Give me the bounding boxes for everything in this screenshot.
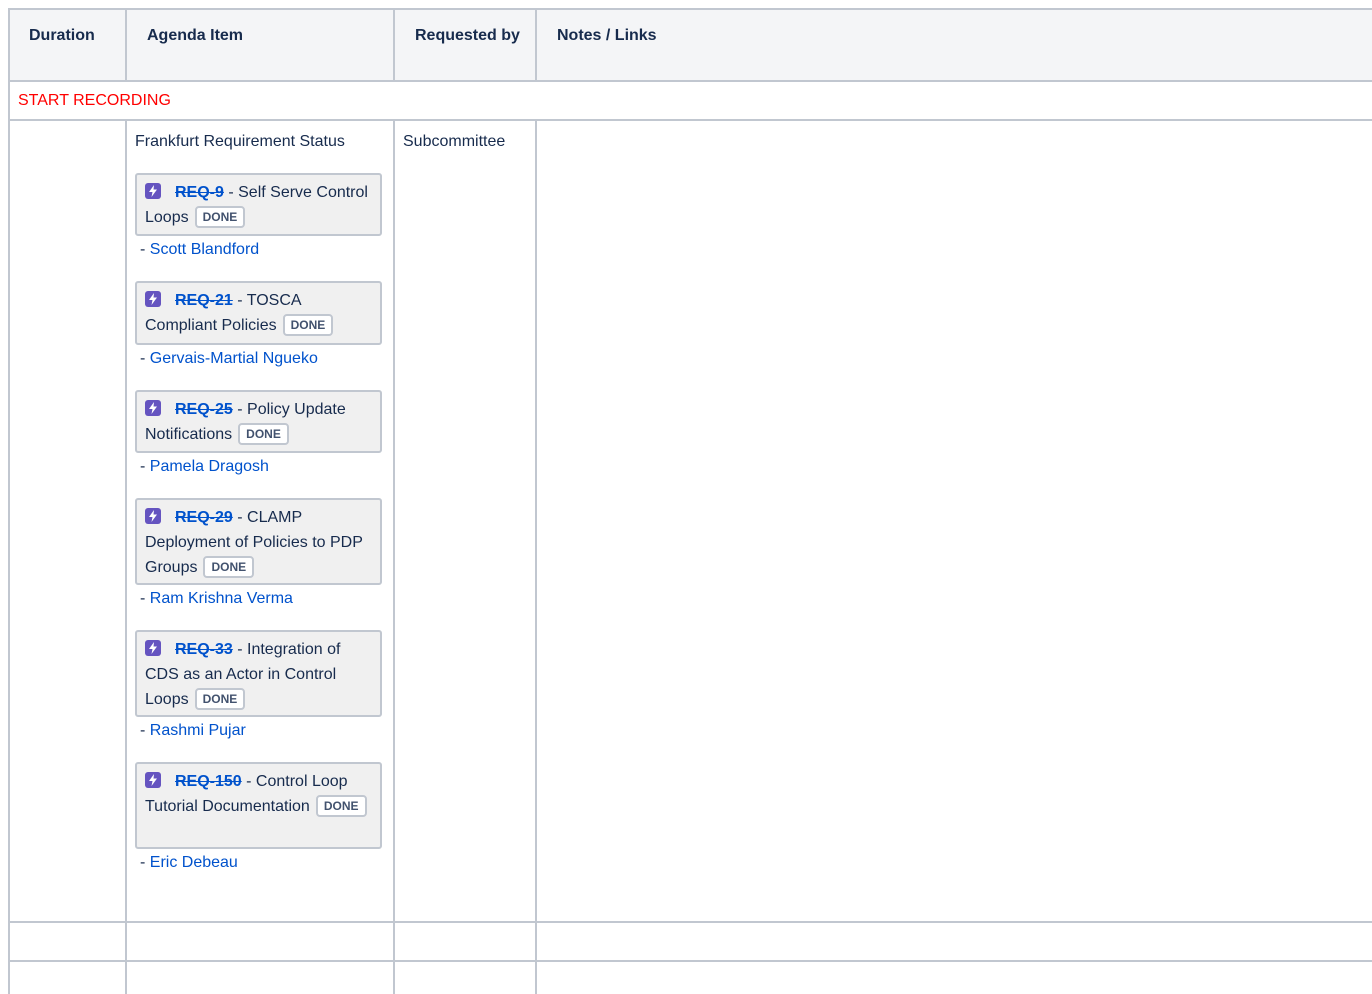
jira-issue-card[interactable]: REQ-33 - Integration of CDS as an Actor …: [135, 630, 382, 717]
issue-key-link[interactable]: REQ-33: [175, 641, 233, 658]
issue-owner: - Pamela Dragosh: [140, 457, 269, 476]
status-badge: DONE: [315, 795, 367, 817]
issue-key-link[interactable]: REQ-29: [175, 509, 233, 526]
owner-link[interactable]: Pamela Dragosh: [150, 458, 269, 475]
owner-prefix: -: [140, 722, 150, 739]
col-divider-1: [125, 120, 127, 994]
owner-link[interactable]: Gervais-Martial Ngueko: [150, 350, 318, 367]
issue-key-link[interactable]: REQ-150: [175, 773, 242, 790]
issue-owner: - Rashmi Pujar: [140, 721, 246, 740]
table-border-top: [8, 8, 1372, 10]
issue-key-link[interactable]: REQ-9: [175, 184, 224, 201]
col-divider-2-header: [393, 8, 395, 81]
jira-issue-card[interactable]: REQ-9 - Self Serve Control Loops DONE: [135, 173, 382, 236]
status-badge: DONE: [238, 423, 289, 445]
owner-prefix: -: [140, 590, 150, 607]
requested-by-value: Subcommittee: [403, 133, 506, 150]
issue-key-link[interactable]: REQ-21: [175, 292, 233, 309]
header-notes-links: Notes / Links: [557, 27, 657, 44]
status-badge: DONE: [282, 314, 334, 336]
agenda-item-title: Frankfurt Requirement Status: [135, 133, 345, 150]
jira-epic-icon: [145, 291, 161, 307]
table-border-left: [8, 8, 10, 994]
jira-epic-icon: [145, 772, 161, 788]
jira-epic-icon: [145, 183, 161, 199]
header-duration: Duration: [29, 27, 95, 44]
owner-prefix: -: [140, 241, 150, 258]
issue-owner: - Gervais-Martial Ngueko: [140, 349, 318, 368]
empty-row-divider: [8, 960, 1372, 962]
jira-issue-card[interactable]: REQ-29 - CLAMP Deployment of Policies to…: [135, 498, 382, 585]
issue-owner: - Scott Blandford: [140, 240, 259, 259]
col-divider-1-header: [125, 8, 127, 81]
status-badge: DONE: [194, 688, 246, 710]
main-row-divider: [8, 921, 1372, 923]
header-requested-by: Requested by: [415, 27, 520, 44]
issue-key-link[interactable]: REQ-25: [175, 401, 233, 418]
header-divider: [8, 80, 1372, 82]
jira-issue-card[interactable]: REQ-21 - TOSCA Compliant Policies DONE: [135, 281, 382, 345]
owner-link[interactable]: Ram Krishna Verma: [150, 590, 293, 607]
start-row-divider: [8, 119, 1372, 121]
status-badge: DONE: [194, 206, 246, 228]
jira-epic-icon: [145, 400, 161, 416]
col-divider-3-header: [535, 8, 537, 81]
owner-prefix: -: [140, 458, 150, 475]
header-agenda-item: Agenda Item: [147, 27, 244, 44]
start-recording-label: START RECORDING: [18, 92, 171, 109]
status-badge: DONE: [203, 556, 255, 578]
issue-owner: - Ram Krishna Verma: [140, 589, 293, 608]
jira-epic-icon: [145, 640, 161, 656]
col-divider-2: [393, 120, 395, 994]
jira-issue-card[interactable]: REQ-25 - Policy Update Notifications DONE: [135, 390, 382, 453]
col-divider-3: [535, 120, 537, 994]
owner-link[interactable]: Rashmi Pujar: [150, 722, 246, 739]
owner-prefix: -: [140, 854, 150, 871]
jira-issue-card[interactable]: REQ-150 - Control Loop Tutorial Document…: [135, 762, 382, 849]
jira-epic-icon: [145, 508, 161, 524]
owner-link[interactable]: Scott Blandford: [150, 241, 259, 258]
issue-owner: - Eric Debeau: [140, 853, 238, 872]
agenda-table: Duration Agenda Item Requested by Notes …: [8, 8, 1372, 994]
owner-link[interactable]: Eric Debeau: [150, 854, 238, 871]
owner-prefix: -: [140, 350, 150, 367]
